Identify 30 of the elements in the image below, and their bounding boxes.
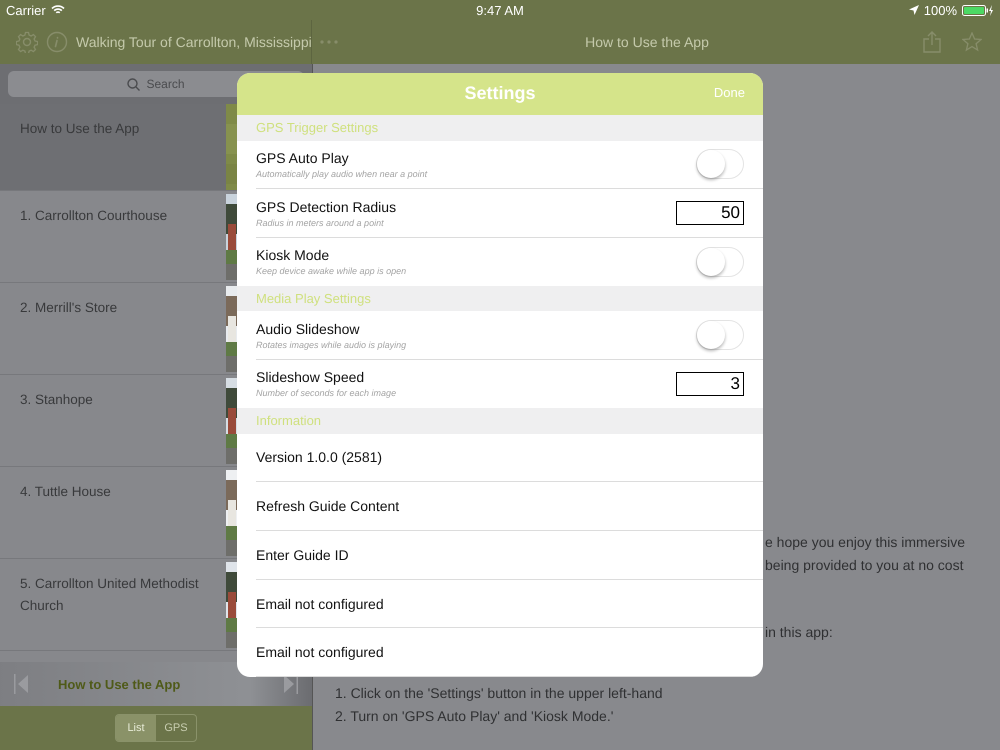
toggle-switch[interactable] bbox=[696, 320, 744, 350]
toggle-switch[interactable] bbox=[696, 149, 744, 180]
dialog-title: Settings bbox=[464, 83, 536, 104]
next-icon bbox=[282, 674, 298, 694]
number-field[interactable]: 50 bbox=[676, 201, 744, 226]
segment-tab[interactable]: GPS bbox=[156, 715, 196, 741]
previous-icon bbox=[14, 674, 30, 694]
page-title: How to Use the App bbox=[584, 34, 710, 50]
info-icon[interactable] bbox=[46, 31, 68, 53]
wifi-icon bbox=[50, 5, 65, 15]
battery-percentage: 100% bbox=[924, 2, 958, 18]
number-field[interactable]: 3 bbox=[676, 372, 744, 396]
clock: 9:47 AM bbox=[476, 2, 524, 18]
settings-icon[interactable] bbox=[16, 31, 38, 53]
body-text: 1. Click on the 'Settings' button in the upper left-hand bbox=[335, 684, 664, 703]
body-text: in this app: bbox=[765, 623, 834, 642]
segment-tab[interactable]: List bbox=[116, 715, 156, 741]
body-text: being provided to you at no cost bbox=[765, 556, 964, 575]
carrier-label: Carrier bbox=[6, 2, 46, 18]
more-icon[interactable] bbox=[320, 40, 338, 44]
body-text: 2. Turn on 'GPS Auto Play' and 'Kiosk Mode.' bbox=[335, 707, 614, 726]
body-text: e hope you enjoy this immersive bbox=[765, 533, 966, 552]
location-arrow-icon bbox=[908, 5, 919, 15]
now-playing-title: How to Use the App bbox=[57, 676, 182, 692]
share-icon[interactable] bbox=[922, 31, 942, 53]
toggle-switch[interactable] bbox=[696, 246, 744, 277]
search-icon bbox=[127, 78, 140, 90]
guide-title: Walking Tour of Carrollton, Mississippi bbox=[76, 34, 312, 50]
battery-icon bbox=[962, 4, 994, 16]
star-icon[interactable] bbox=[962, 32, 982, 52]
